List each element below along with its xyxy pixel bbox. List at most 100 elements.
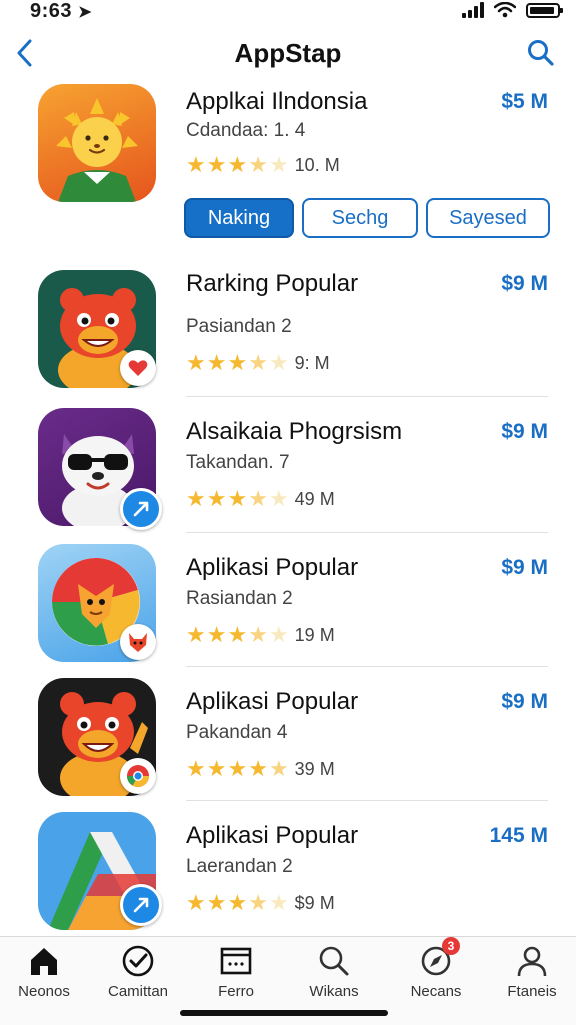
fox-badge bbox=[120, 624, 156, 660]
app-subtitle: Pakandan 4 bbox=[186, 722, 288, 743]
person-icon bbox=[517, 946, 547, 977]
star-half-icon: ★ bbox=[248, 152, 268, 177]
navigation-bar: AppStap bbox=[0, 30, 576, 80]
window-icon bbox=[220, 947, 252, 975]
wifi-icon bbox=[494, 2, 516, 18]
tab-neonos[interactable]: Neonos bbox=[0, 943, 92, 1000]
tab-ftaneis[interactable]: Ftaneis bbox=[484, 943, 576, 1000]
system-indicators bbox=[462, 2, 563, 18]
app-rating: ★ ★ ★ ★ ★ 19 M bbox=[186, 624, 335, 646]
notification-badge: 3 bbox=[442, 937, 460, 955]
app-price[interactable]: $9 M bbox=[501, 556, 548, 580]
page-title: AppStap bbox=[234, 38, 342, 68]
sun-lion-icon[interactable] bbox=[38, 84, 156, 202]
app-price[interactable]: $9 M bbox=[501, 690, 548, 714]
star-full-icon: ★ bbox=[206, 756, 227, 781]
app-price[interactable]: $5 M bbox=[501, 90, 548, 114]
heart-icon bbox=[128, 360, 148, 376]
star-half-icon: ★ bbox=[268, 756, 289, 781]
status-time: 9:63 ➤ bbox=[30, 0, 92, 22]
star-half-icon: ★ bbox=[248, 622, 268, 647]
divider bbox=[186, 800, 548, 801]
app-price[interactable]: $9 M bbox=[501, 272, 548, 296]
star-full-icon: ★ bbox=[227, 486, 248, 511]
star-full-icon: ★ bbox=[186, 350, 206, 375]
app-price[interactable]: 145 M bbox=[490, 824, 548, 848]
tab-label: Ferro bbox=[218, 983, 254, 1000]
battery-icon bbox=[526, 2, 563, 18]
app-rating: ★ ★ ★ ★ ★ 39 M bbox=[186, 758, 335, 780]
search-icon bbox=[319, 946, 349, 976]
star-full-icon: ★ bbox=[186, 152, 206, 177]
rating-count: 19 M bbox=[294, 624, 335, 645]
app-rating: ★ ★ ★ ★ ★ 10. M bbox=[186, 154, 340, 176]
rating-count: 49 M bbox=[294, 488, 335, 509]
star-full-icon: ★ bbox=[227, 756, 248, 781]
tab-camittan[interactable]: Camittan bbox=[90, 943, 186, 1000]
rating-stars: ★ ★ ★ ★ ★ bbox=[186, 624, 289, 646]
filter-group: Naking Sechg Sayesed bbox=[184, 198, 550, 238]
app-rating: ★ ★ ★ ★ ★ $9 M bbox=[186, 892, 335, 914]
app-rating: ★ ★ ★ ★ ★ 9: M bbox=[186, 352, 330, 374]
divider bbox=[186, 532, 548, 533]
app-name: Rarking Popular bbox=[186, 270, 359, 297]
star-full-icon: ★ bbox=[227, 350, 248, 375]
app-subtitle: Laerandan 2 bbox=[186, 856, 293, 877]
filter-sechg-button[interactable]: Sechg bbox=[302, 198, 418, 238]
star-full-icon: ★ bbox=[227, 890, 248, 915]
location-arrow-icon: ➤ bbox=[78, 4, 92, 21]
star-empty-icon: ★ bbox=[268, 350, 289, 375]
divider bbox=[186, 396, 548, 397]
tab-label: Camittan bbox=[107, 983, 169, 1000]
filter-naking-button[interactable]: Naking bbox=[184, 198, 294, 238]
star-half-icon: ★ bbox=[248, 486, 268, 511]
rating-stars: ★ ★ ★ ★ ★ bbox=[186, 352, 289, 374]
star-full-icon: ★ bbox=[248, 756, 268, 781]
filter-sayesed-button[interactable]: Sayesed bbox=[426, 198, 550, 238]
fox-badge-icon bbox=[129, 633, 147, 652]
star-full-icon: ★ bbox=[186, 486, 206, 511]
status-bar: 9:63 ➤ bbox=[0, 0, 576, 30]
star-full-icon: ★ bbox=[227, 152, 248, 177]
star-half-icon: ★ bbox=[248, 890, 268, 915]
rating-count: $9 M bbox=[294, 892, 335, 913]
tab-label: Wikans bbox=[309, 983, 359, 1000]
app-name: Aplikasi Popular bbox=[186, 554, 359, 581]
home-icon bbox=[31, 948, 57, 975]
search-button[interactable] bbox=[526, 38, 556, 68]
tab-necans[interactable]: 3 Necans bbox=[388, 937, 484, 1000]
star-full-icon: ★ bbox=[206, 486, 227, 511]
rating-stars: ★ ★ ★ ★ ★ bbox=[186, 892, 289, 914]
signal-icon bbox=[462, 2, 484, 18]
tab-ferro[interactable]: Ferro bbox=[188, 943, 284, 1000]
star-full-icon: ★ bbox=[206, 890, 227, 915]
tab-label: Neonos bbox=[18, 983, 70, 1000]
rating-count: 9: M bbox=[294, 352, 330, 373]
heart-badge bbox=[120, 350, 156, 386]
rating-stars: ★ ★ ★ ★ ★ bbox=[186, 488, 289, 510]
search-icon bbox=[528, 40, 554, 66]
star-empty-icon: ★ bbox=[268, 622, 289, 647]
rating-count: 39 M bbox=[294, 758, 335, 779]
tab-label: Ftaneis bbox=[507, 983, 557, 1000]
star-empty-icon: ★ bbox=[268, 486, 289, 511]
app-subtitle: Cdandaa: 1. 4 bbox=[186, 120, 306, 141]
app-name: Aplikasi Popular bbox=[186, 688, 359, 715]
star-empty-icon: ★ bbox=[268, 890, 289, 915]
divider bbox=[186, 666, 548, 667]
star-full-icon: ★ bbox=[186, 756, 206, 781]
tab-wikans[interactable]: Wikans bbox=[286, 943, 382, 1000]
arrow-badge-icon bbox=[133, 897, 149, 913]
star-half-icon: ★ bbox=[248, 350, 268, 375]
app-price[interactable]: $9 M bbox=[501, 420, 548, 444]
app-subtitle: Rasiandan 2 bbox=[186, 588, 293, 609]
app-rating: ★ ★ ★ ★ ★ 49 M bbox=[186, 488, 335, 510]
app-subtitle: Pasiandan 2 bbox=[186, 316, 292, 337]
arrow-badge bbox=[120, 884, 162, 926]
home-indicator[interactable] bbox=[180, 1010, 388, 1016]
tab-label: Necans bbox=[410, 983, 462, 1000]
star-full-icon: ★ bbox=[206, 350, 227, 375]
app-name: Applkai Ilndonsia bbox=[186, 88, 368, 115]
check-badge-icon bbox=[122, 945, 154, 977]
arrow-badge-icon bbox=[133, 501, 149, 517]
